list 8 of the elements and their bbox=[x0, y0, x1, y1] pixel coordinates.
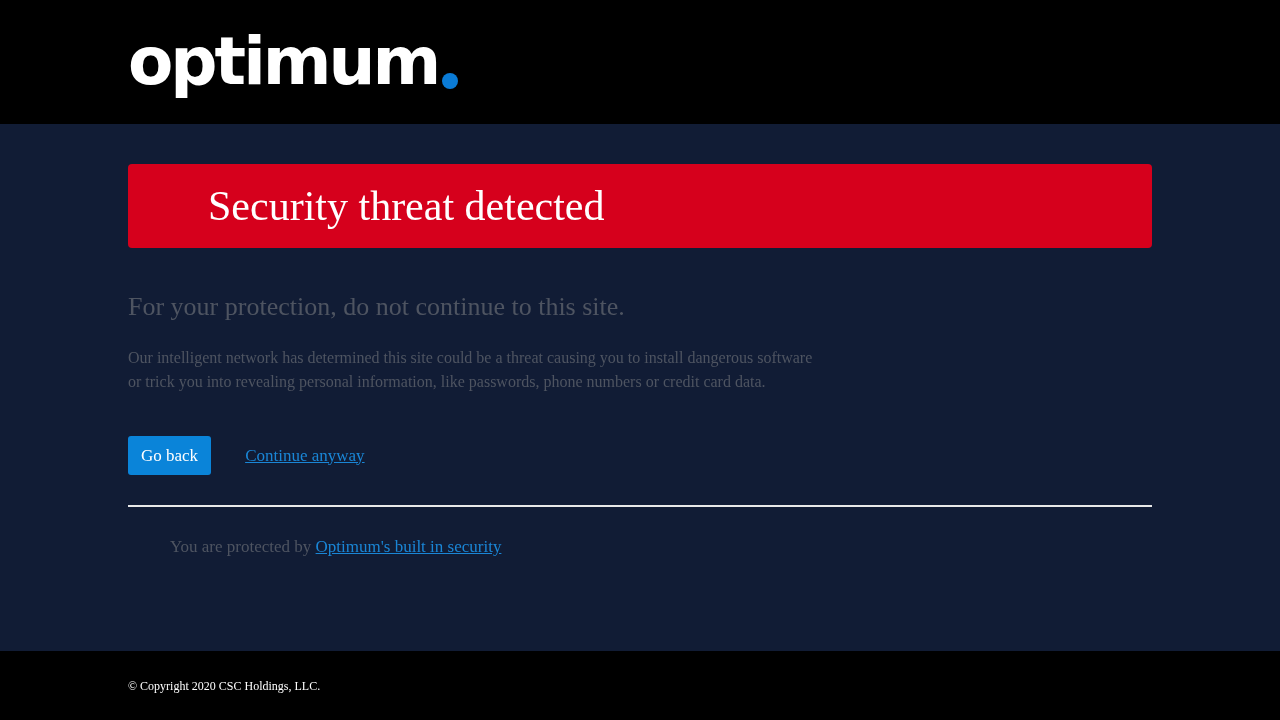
continue-link[interactable]: Continue anyway bbox=[245, 445, 365, 466]
warning-heading: For your protection, do not continue to this site. bbox=[128, 292, 626, 322]
protection-text: You are protected by Optimum's built in security bbox=[170, 537, 503, 557]
copyright-text: © Copyright 2020 CSC Holdings, LLC. bbox=[128, 678, 321, 694]
warning-description: Our intelligent network has determined this site could be a threat causing you to install dangerous software or trick you into revealing personal information, like passwords, phone numbers or credit card data. bbox=[128, 348, 814, 393]
alert-title: Security threat detected bbox=[208, 182, 605, 230]
go-back-button[interactable]: Go back bbox=[128, 436, 212, 475]
security-link[interactable]: Optimum's built in security bbox=[315, 537, 502, 556]
